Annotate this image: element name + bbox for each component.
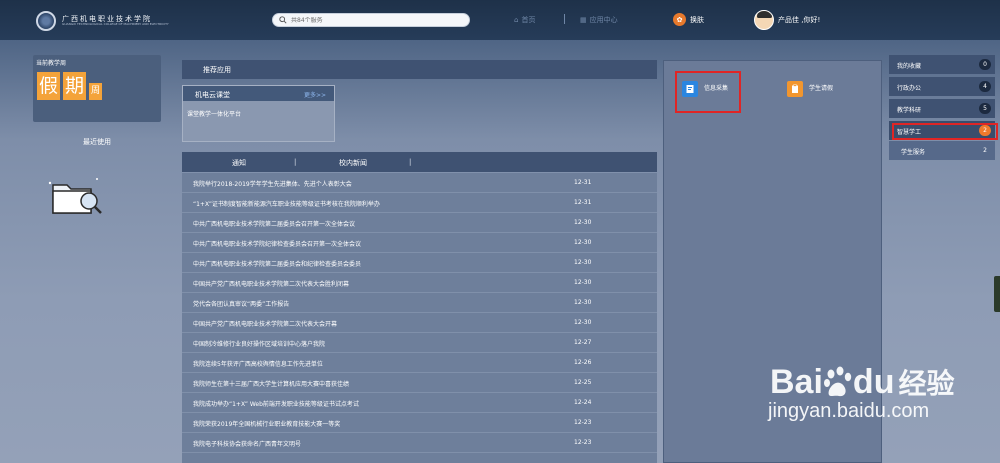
news-row[interactable]: 我院电子科技协会获命名广西青年文明号 12-23 [182, 433, 657, 453]
search-input[interactable] [291, 16, 461, 24]
user-greeting: 产品佳 ,你好! [778, 16, 821, 24]
home-icon: ⌂ [514, 16, 519, 24]
grid-icon: ▦ [580, 16, 587, 24]
tab-notice[interactable]: 通知 [232, 158, 246, 168]
tab-divider: | [409, 158, 412, 166]
news-row[interactable]: 中共广西机电职业技术学院第二届委员会召开第一次全体会议 12-30 [182, 213, 657, 233]
avatar [754, 10, 774, 30]
watermark-du: du [852, 362, 895, 401]
tab-divider: | [294, 158, 297, 166]
watermark-bai: Bai [770, 362, 823, 401]
clipboard-icon [787, 81, 803, 97]
menu-item-teaching-research[interactable]: 教学科研 5 [889, 99, 995, 118]
teaching-week-char-2: 期 [63, 72, 86, 100]
news-row[interactable]: 中共广西机电职业技术学院纪律检查委员会召开第一次全体会议 12-30 [182, 233, 657, 253]
news-row[interactable]: 党代会各团认真审议“两委”工作报告 12-30 [182, 293, 657, 313]
menu-item-admin-office[interactable]: 行政办公 4 [889, 77, 995, 96]
menu-count-badge: 5 [979, 103, 991, 114]
watermark-url: jingyan.baidu.com [768, 400, 930, 422]
recommended-apps-header: 推荐应用 [182, 60, 657, 79]
nav-apps-label: 应用中心 [589, 16, 618, 24]
news-tabs: 通知 | 校内新闻 | [182, 152, 657, 172]
highlight-box [892, 123, 998, 140]
watermark-jingyan: 经验 [898, 368, 955, 399]
menu-count-badge: 2 [983, 147, 987, 154]
recent-used-title: 最近使用 [83, 138, 111, 146]
news-row[interactable]: 我院连续5年获评广西高校舆情信息工作先进单位 12-26 [182, 353, 657, 373]
teaching-week-card: 当前教学周 假 期 周 [33, 55, 161, 122]
news-row[interactable]: 中国共产党广西机电职业技术学院第二次代表大会胜利闭幕 12-30 [182, 273, 657, 293]
paw-icon [823, 366, 852, 397]
news-row[interactable]: 我院师生在第十三届广西大学生计算机应用大赛中喜获佳绩 12-25 [182, 373, 657, 393]
nav-home[interactable]: ⌂ 首页 [514, 15, 535, 25]
baidu-jingyan-watermark: Bai du 经验 jingyan.baidu.com [768, 362, 955, 423]
news-row[interactable]: 我院成功举办“1+X” Web前端开发职业技能等级证书试点考试 12-24 [182, 393, 657, 413]
news-list: 我院举行2018-2019学年学生先进集体、先进个人表彰大会 12-31 “1+X… [182, 173, 657, 463]
news-row[interactable]: 中国制冷维修行业良好操作区域培训中心落户我院 12-27 [182, 333, 657, 353]
news-row[interactable]: 中国共产党广西机电职业技术学院第二次代表大会开幕 12-30 [182, 313, 657, 333]
news-row[interactable]: 我院荣获2019年全国机械行业职业教育技能大赛一等奖 12-23 [182, 413, 657, 433]
nav-divider [564, 14, 565, 24]
news-row[interactable]: “1+X”证书制度智能新能源汽车职业技能等级证书考核在我院顺利举办 12-31 [182, 193, 657, 213]
palette-icon: ✿ [673, 13, 686, 26]
menu-count-badge: 0 [979, 59, 991, 70]
skin-button[interactable]: ✿ 换肤 [673, 13, 704, 26]
side-scroll-handle[interactable] [994, 276, 1000, 312]
highlight-box [675, 71, 741, 113]
skin-label: 换肤 [690, 15, 704, 24]
cloud-classroom-item[interactable]: 课堂教学一体化平台 [183, 101, 334, 118]
tab-campus-news[interactable]: 校内新闻 [339, 158, 367, 168]
teaching-week-label: 当前教学周 [36, 60, 67, 67]
teaching-week-char-1: 假 [37, 72, 60, 100]
teaching-week-char-3: 周 [89, 83, 102, 100]
cloud-classroom-title: 机电云课堂 [195, 91, 230, 99]
app-student-leave[interactable]: 学生请假 [787, 81, 833, 97]
school-emblem-icon [36, 11, 56, 31]
cloud-more-link[interactable]: 更多>> [304, 90, 326, 99]
empty-folder-icon [48, 178, 102, 214]
nav-app-center[interactable]: ▦ 应用中心 [580, 15, 618, 25]
app-student-leave-label: 学生请假 [809, 85, 834, 92]
user-menu[interactable]: 产品佳 ,你好! [754, 10, 820, 30]
menu-item-student-services[interactable]: 学生服务 2 [889, 141, 995, 160]
cloud-classroom-card[interactable]: 机电云课堂 更多>> 课堂教学一体化平台 [182, 85, 335, 142]
recommended-apps-title: 推荐应用 [203, 66, 231, 74]
nav-home-label: 首页 [521, 16, 536, 24]
news-row[interactable]: 我院举行2018-2019学年学生先进集体、先进个人表彰大会 12-31 [182, 173, 657, 193]
search-box[interactable] [272, 13, 470, 27]
menu-count-badge: 4 [979, 81, 991, 92]
news-row[interactable]: 中共广西机电职业技术学院第二届委员会和纪律检查委员会委员 12-30 [182, 253, 657, 273]
menu-item-favorites[interactable]: 我的收藏 0 [889, 55, 995, 74]
top-bar: 广西机电职业技术学院 GUANGXI TECHNOLOGICAL COLLEGE… [0, 0, 1000, 40]
search-icon [279, 16, 287, 24]
school-logo[interactable]: 广西机电职业技术学院 GUANGXI TECHNOLOGICAL COLLEGE… [36, 11, 169, 31]
school-name-en: GUANGXI TECHNOLOGICAL COLLEGE OF MACHINE… [62, 22, 169, 27]
